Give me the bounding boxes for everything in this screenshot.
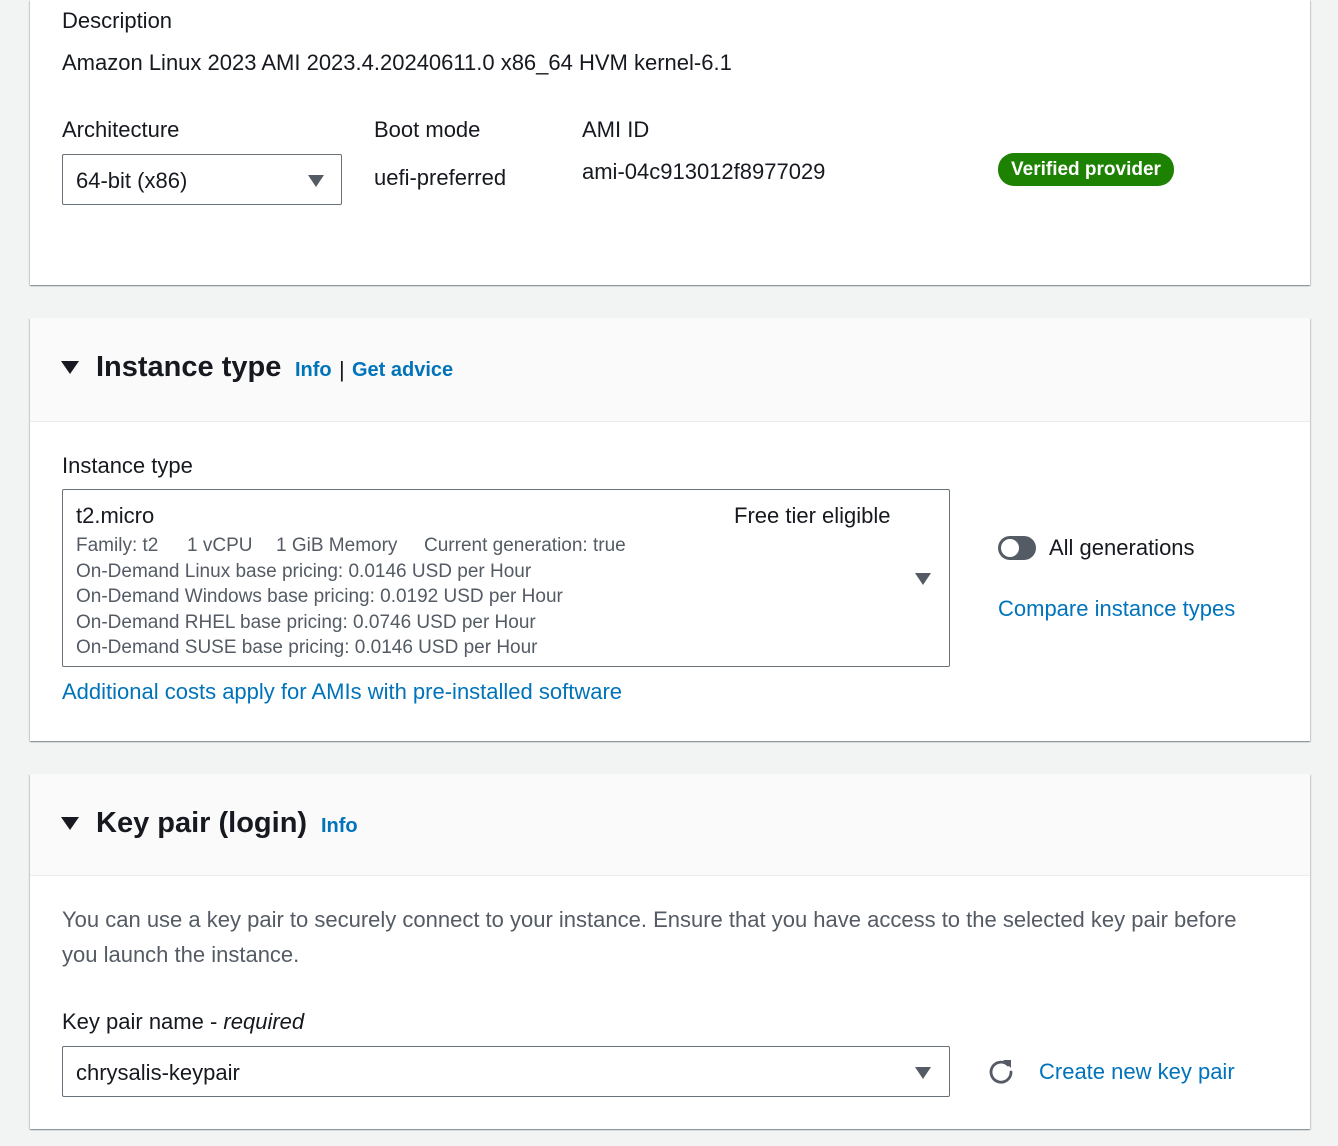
link-separator: |	[339, 357, 345, 382]
description-value: Amazon Linux 2023 AMI 2023.4.20240611.0 …	[62, 50, 732, 75]
pricing-suse: On-Demand SUSE base pricing: 0.0146 USD …	[76, 637, 538, 658]
all-generations-label[interactable]: All generations	[1049, 535, 1195, 561]
info-link[interactable]: Info	[295, 359, 332, 382]
section-title: Key pair (login)	[96, 807, 308, 839]
required-marker: required	[223, 1009, 305, 1034]
key-pair-name-label: Key pair name - required	[62, 1009, 304, 1035]
chevron-down-icon	[308, 175, 324, 187]
compare-instance-types-link[interactable]: Compare instance types	[998, 596, 1235, 622]
chevron-down-icon	[915, 1067, 931, 1079]
all-generations-toggle[interactable]	[998, 536, 1036, 560]
get-advice-link[interactable]: Get advice	[352, 359, 453, 382]
additional-costs-link[interactable]: Additional costs apply for AMIs with pre…	[62, 679, 622, 705]
architecture-value: 64-bit (x86)	[76, 168, 188, 193]
info-link[interactable]: Info	[321, 815, 358, 838]
architecture-select[interactable]: 64-bit (x86)	[62, 154, 342, 205]
instance-type-select[interactable]: t2.micro Free tier eligible Family: t2 1…	[62, 489, 950, 667]
section-title: Instance type	[96, 351, 282, 383]
boot-mode-label: Boot mode	[374, 117, 481, 142]
description-label: Description	[62, 8, 173, 33]
chevron-down-icon	[915, 573, 931, 585]
key-pair-description-line2: you launch the instance.	[62, 942, 300, 967]
ami-id-value: ami-04c913012f8977029	[582, 159, 826, 184]
caret-down-icon[interactable]	[61, 817, 79, 830]
refresh-icon[interactable]	[986, 1057, 1016, 1087]
instance-memory: 1 GiB Memory	[276, 535, 398, 556]
instance-current-generation: Current generation: true	[424, 535, 626, 556]
instance-type-label: Instance type	[62, 453, 193, 478]
key-pair-select[interactable]: chrysalis-keypair	[62, 1046, 950, 1097]
key-pair-name-label-text: Key pair name -	[62, 1009, 224, 1034]
verified-provider-badge: Verified provider	[998, 153, 1174, 186]
key-pair-description-line1: You can use a key pair to securely conne…	[62, 907, 1237, 932]
instance-family: Family: t2	[76, 535, 159, 556]
key-pair-panel: Key pair (login) Info You can use a key …	[30, 774, 1310, 1129]
ami-details-panel: Description Amazon Linux 2023 AMI 2023.4…	[30, 0, 1310, 285]
instance-type-panel: Instance type Info | Get advice Instance…	[30, 318, 1310, 741]
pricing-windows: On-Demand Windows base pricing: 0.0192 U…	[76, 586, 563, 607]
ami-id-label: AMI ID	[582, 117, 650, 142]
architecture-label: Architecture	[62, 117, 180, 142]
caret-down-icon[interactable]	[61, 361, 79, 374]
create-new-key-pair-link[interactable]: Create new key pair	[1039, 1059, 1235, 1085]
pricing-rhel: On-Demand RHEL base pricing: 0.0746 USD …	[76, 612, 536, 633]
key-pair-header[interactable]: Key pair (login) Info	[30, 774, 1310, 876]
toggle-knob	[1001, 539, 1019, 557]
instance-name: t2.micro	[76, 503, 155, 528]
free-tier-label: Free tier eligible	[734, 503, 891, 528]
pricing-linux: On-Demand Linux base pricing: 0.0146 USD…	[76, 561, 532, 582]
instance-type-header[interactable]: Instance type Info | Get advice	[30, 318, 1310, 422]
instance-vcpu: 1 vCPU	[187, 535, 253, 556]
boot-mode-value: uefi-preferred	[374, 165, 507, 190]
key-pair-value: chrysalis-keypair	[76, 1060, 240, 1085]
